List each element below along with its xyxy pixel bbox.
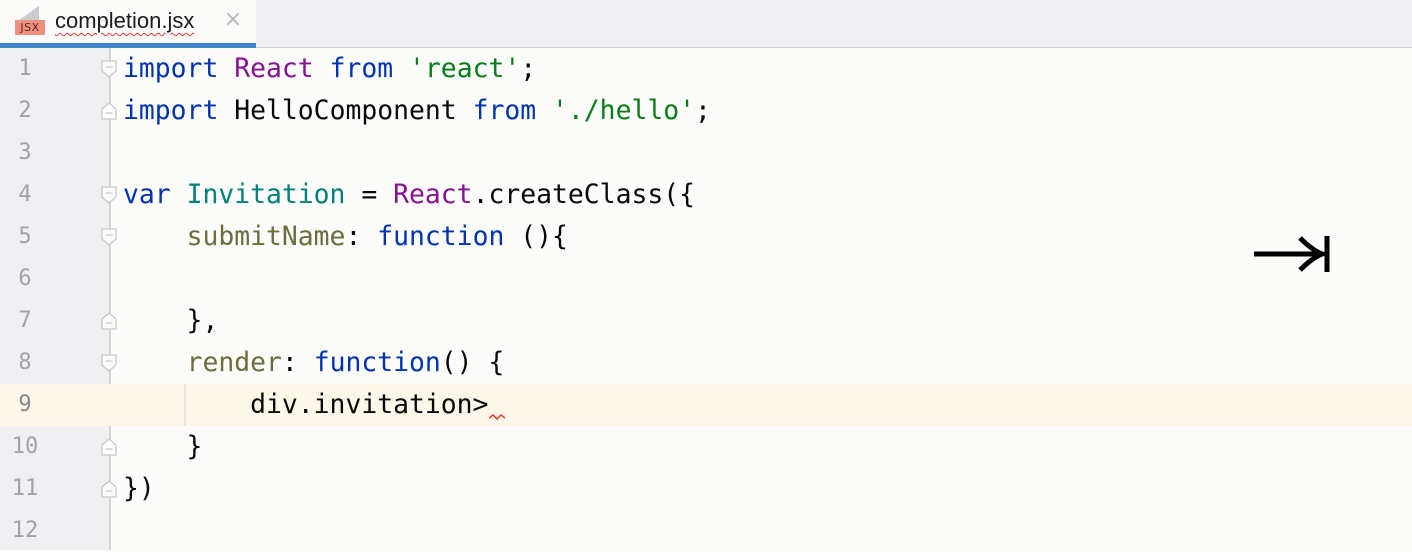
code-token: }) (123, 473, 155, 504)
file-type-badge: JSX (15, 20, 45, 35)
line-number: 10 (11, 434, 39, 459)
code-text: }) (123, 468, 155, 510)
line-number: 12 (11, 518, 39, 543)
error-squiggle (489, 414, 505, 420)
code-token: .createClass({ (472, 179, 696, 210)
code-line[interactable]: 5 submitName: function (){ (0, 216, 1412, 258)
line-number: 9 (18, 392, 32, 417)
code-token: }, (123, 305, 219, 336)
code-line[interactable]: 9 div.invitation> (0, 384, 1412, 426)
code-text: import HelloComponent from './hello'; (123, 90, 711, 132)
code-token: HelloComponent (218, 95, 473, 126)
code-line[interactable]: 7 }, (0, 300, 1412, 342)
code-token: = (345, 179, 394, 210)
fold-collapse-icon[interactable] (101, 186, 117, 204)
fold-collapse-icon[interactable] (101, 228, 117, 246)
code-token: : (345, 221, 378, 252)
code-token: import (123, 95, 219, 126)
code-token: from (472, 95, 537, 126)
code-text: } (123, 426, 203, 468)
code-token: Invitation (186, 179, 346, 210)
code-text: import React from 'react'; (123, 48, 536, 90)
line-number: 6 (18, 266, 32, 291)
line-number: 8 (18, 350, 32, 375)
code-token: function (313, 347, 441, 378)
code-token: function (377, 221, 505, 252)
line-number: 7 (18, 308, 32, 333)
code-line[interactable]: 1 import React from 'react'; (0, 48, 1412, 90)
code-line[interactable]: 12 (0, 510, 1412, 552)
code-line[interactable]: 2 import HelloComponent from './hello'; (0, 90, 1412, 132)
code-token: React (234, 53, 314, 84)
line-number: 3 (18, 140, 32, 165)
fold-end-icon[interactable] (101, 312, 117, 330)
code-token: submitName (186, 221, 346, 252)
code-token: from (329, 53, 394, 84)
code-text: submitName: function (){ (123, 216, 568, 258)
line-number: 5 (18, 224, 32, 249)
jsx-file-icon: JSX (15, 6, 47, 36)
code-line[interactable]: 8 render: function() { (0, 342, 1412, 384)
code-token: 'react' (409, 53, 521, 84)
code-token: ; (520, 53, 537, 84)
code-token: (){ (504, 221, 568, 252)
file-page-icon (19, 6, 39, 20)
code-token: div.invitation> (123, 389, 489, 420)
line-number: 1 (18, 56, 32, 81)
code-line[interactable]: 6 (0, 258, 1412, 300)
line-number: 2 (18, 98, 32, 123)
code-text: div.invitation> (123, 384, 488, 426)
code-token: React (393, 179, 473, 210)
fold-collapse-icon[interactable] (101, 60, 117, 78)
code-token: () { (440, 347, 505, 378)
code-token: import (123, 53, 219, 84)
code-token: } (123, 431, 203, 462)
editor-tab-bar: JSX completion.jsx × (0, 0, 1412, 48)
code-token: './hello' (552, 95, 696, 126)
tab-label: completion.jsx (55, 8, 195, 33)
code-token: render (186, 347, 282, 378)
close-icon[interactable]: × (222, 9, 244, 31)
code-line[interactable]: 11}) (0, 468, 1412, 510)
fold-end-icon[interactable] (101, 480, 117, 498)
code-token: var (123, 179, 171, 210)
code-token: : (281, 347, 314, 378)
fold-end-icon[interactable] (101, 438, 117, 456)
tab-key-icon (1254, 236, 1330, 272)
code-line[interactable]: 10 } (0, 426, 1412, 468)
tab-completion-jsx[interactable]: JSX completion.jsx × (0, 0, 256, 48)
code-line[interactable]: 4 var Invitation = React.createClass({ (0, 174, 1412, 216)
code-token: ; (695, 95, 711, 126)
fold-collapse-icon[interactable] (101, 354, 117, 372)
code-text: render: function() { (123, 342, 505, 384)
line-number: 4 (18, 182, 32, 207)
code-text: var Invitation = React.createClass({ (123, 174, 695, 216)
code-line[interactable]: 3 (0, 132, 1412, 174)
code-text: }, (123, 300, 219, 342)
fold-end-icon[interactable] (101, 102, 117, 120)
line-number: 11 (11, 476, 39, 501)
